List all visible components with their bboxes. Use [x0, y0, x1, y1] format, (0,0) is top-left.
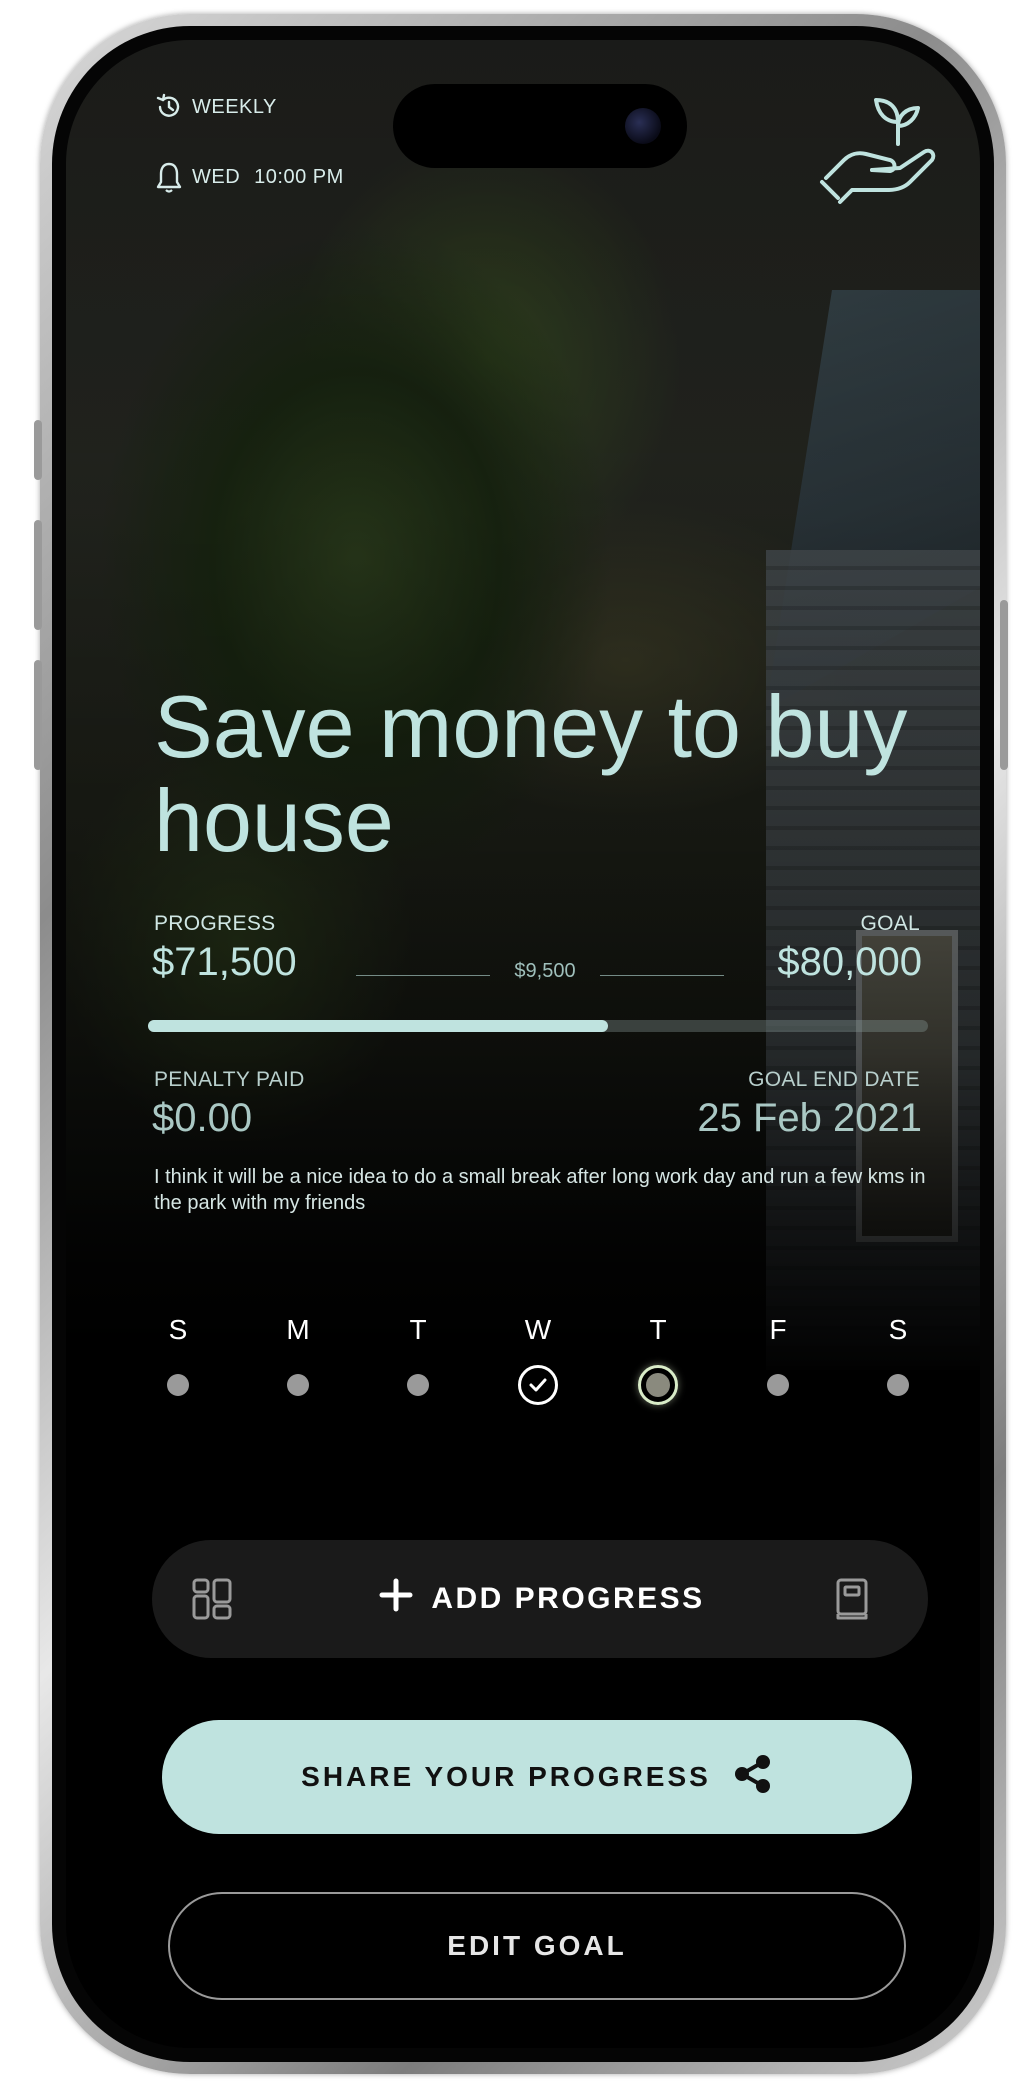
day-letter: F [769, 1314, 787, 1345]
camera-lens [625, 108, 661, 144]
day-status [868, 1350, 928, 1420]
day-status [508, 1350, 568, 1420]
phone-side-button [34, 420, 42, 480]
reminder-day: WED [192, 165, 241, 188]
day-status [748, 1350, 808, 1420]
day-status [388, 1350, 448, 1420]
day-letter: S [888, 1314, 908, 1345]
progress-label: PROGRESS [154, 912, 276, 935]
today-dot [638, 1365, 678, 1405]
progress-bar-fill [148, 1020, 609, 1032]
progress-bar [148, 1020, 928, 1032]
penalty-value: $0.00 [152, 1096, 253, 1140]
day-status [268, 1350, 328, 1420]
day-column[interactable]: S [148, 1310, 208, 1420]
remaining-value: $9,500 [514, 960, 576, 982]
day-status [628, 1350, 688, 1420]
reminder-row: WED 10:00 PM [154, 160, 344, 194]
end-date-label: GOAL END DATE [748, 1068, 920, 1091]
goal-note: I think it will be a nice idea to do a s… [154, 1166, 926, 1214]
day-letter: T [649, 1314, 667, 1345]
remaining-line-right [600, 975, 724, 976]
phone-side-button [34, 660, 42, 770]
day-dot [167, 1374, 189, 1396]
share-label: SHARE YOUR PROGRESS [301, 1761, 711, 1792]
goal-value: $80,000 [777, 940, 922, 984]
day-column[interactable]: T [628, 1310, 688, 1420]
edit-goal-button[interactable]: EDIT GOAL [168, 1892, 906, 2000]
edit-goal-label: EDIT GOAL [447, 1930, 627, 1961]
day-letter: W [524, 1314, 552, 1345]
goal-title: Save money to buy house [154, 677, 908, 870]
share-progress-button[interactable]: SHARE YOUR PROGRESS [162, 1720, 912, 1834]
action-bar: ADD PROGRESS [152, 1540, 928, 1658]
frequency-row: WEEKLY [154, 92, 277, 122]
dynamic-island [393, 84, 687, 168]
day-column[interactable]: W [508, 1310, 568, 1420]
share-icon [733, 1754, 773, 1801]
plus-icon [379, 1578, 413, 1620]
day-status [148, 1350, 208, 1420]
history-icon [154, 92, 184, 122]
day-column[interactable]: F [748, 1310, 808, 1420]
day-column[interactable]: T [388, 1310, 448, 1420]
remaining-line-left [356, 975, 490, 976]
dashboard-icon[interactable] [190, 1576, 236, 1627]
today-dot-inner [646, 1373, 670, 1397]
plant-in-hand-icon [816, 82, 946, 212]
add-progress-button[interactable]: ADD PROGRESS [362, 1564, 722, 1634]
check-circle-icon [518, 1365, 558, 1405]
goal-label: GOAL [860, 912, 920, 935]
day-letter: M [286, 1314, 310, 1345]
day-letter: S [168, 1314, 188, 1345]
phone-side-button [1000, 600, 1008, 770]
day-dot [767, 1374, 789, 1396]
app-screen: WEEKLY WED 10:00 PM Save money to buy ho… [66, 40, 980, 2048]
day-column[interactable]: S [868, 1310, 928, 1420]
bell-icon [154, 160, 184, 194]
reminder-time: 10:00 PM [254, 165, 344, 188]
end-date-value: 25 Feb 2021 [697, 1096, 922, 1140]
day-letter: T [409, 1314, 427, 1345]
journal-icon[interactable] [832, 1576, 872, 1627]
week-tracker: SMTWTFS [148, 1310, 928, 1430]
add-progress-label: ADD PROGRESS [431, 1582, 705, 1615]
progress-value: $71,500 [152, 940, 297, 984]
phone-side-button [34, 520, 42, 630]
penalty-label: PENALTY PAID [154, 1068, 305, 1091]
day-dot [887, 1374, 909, 1396]
frequency-label: WEEKLY [192, 95, 277, 118]
day-dot [407, 1374, 429, 1396]
day-column[interactable]: M [268, 1310, 328, 1420]
day-dot [287, 1374, 309, 1396]
